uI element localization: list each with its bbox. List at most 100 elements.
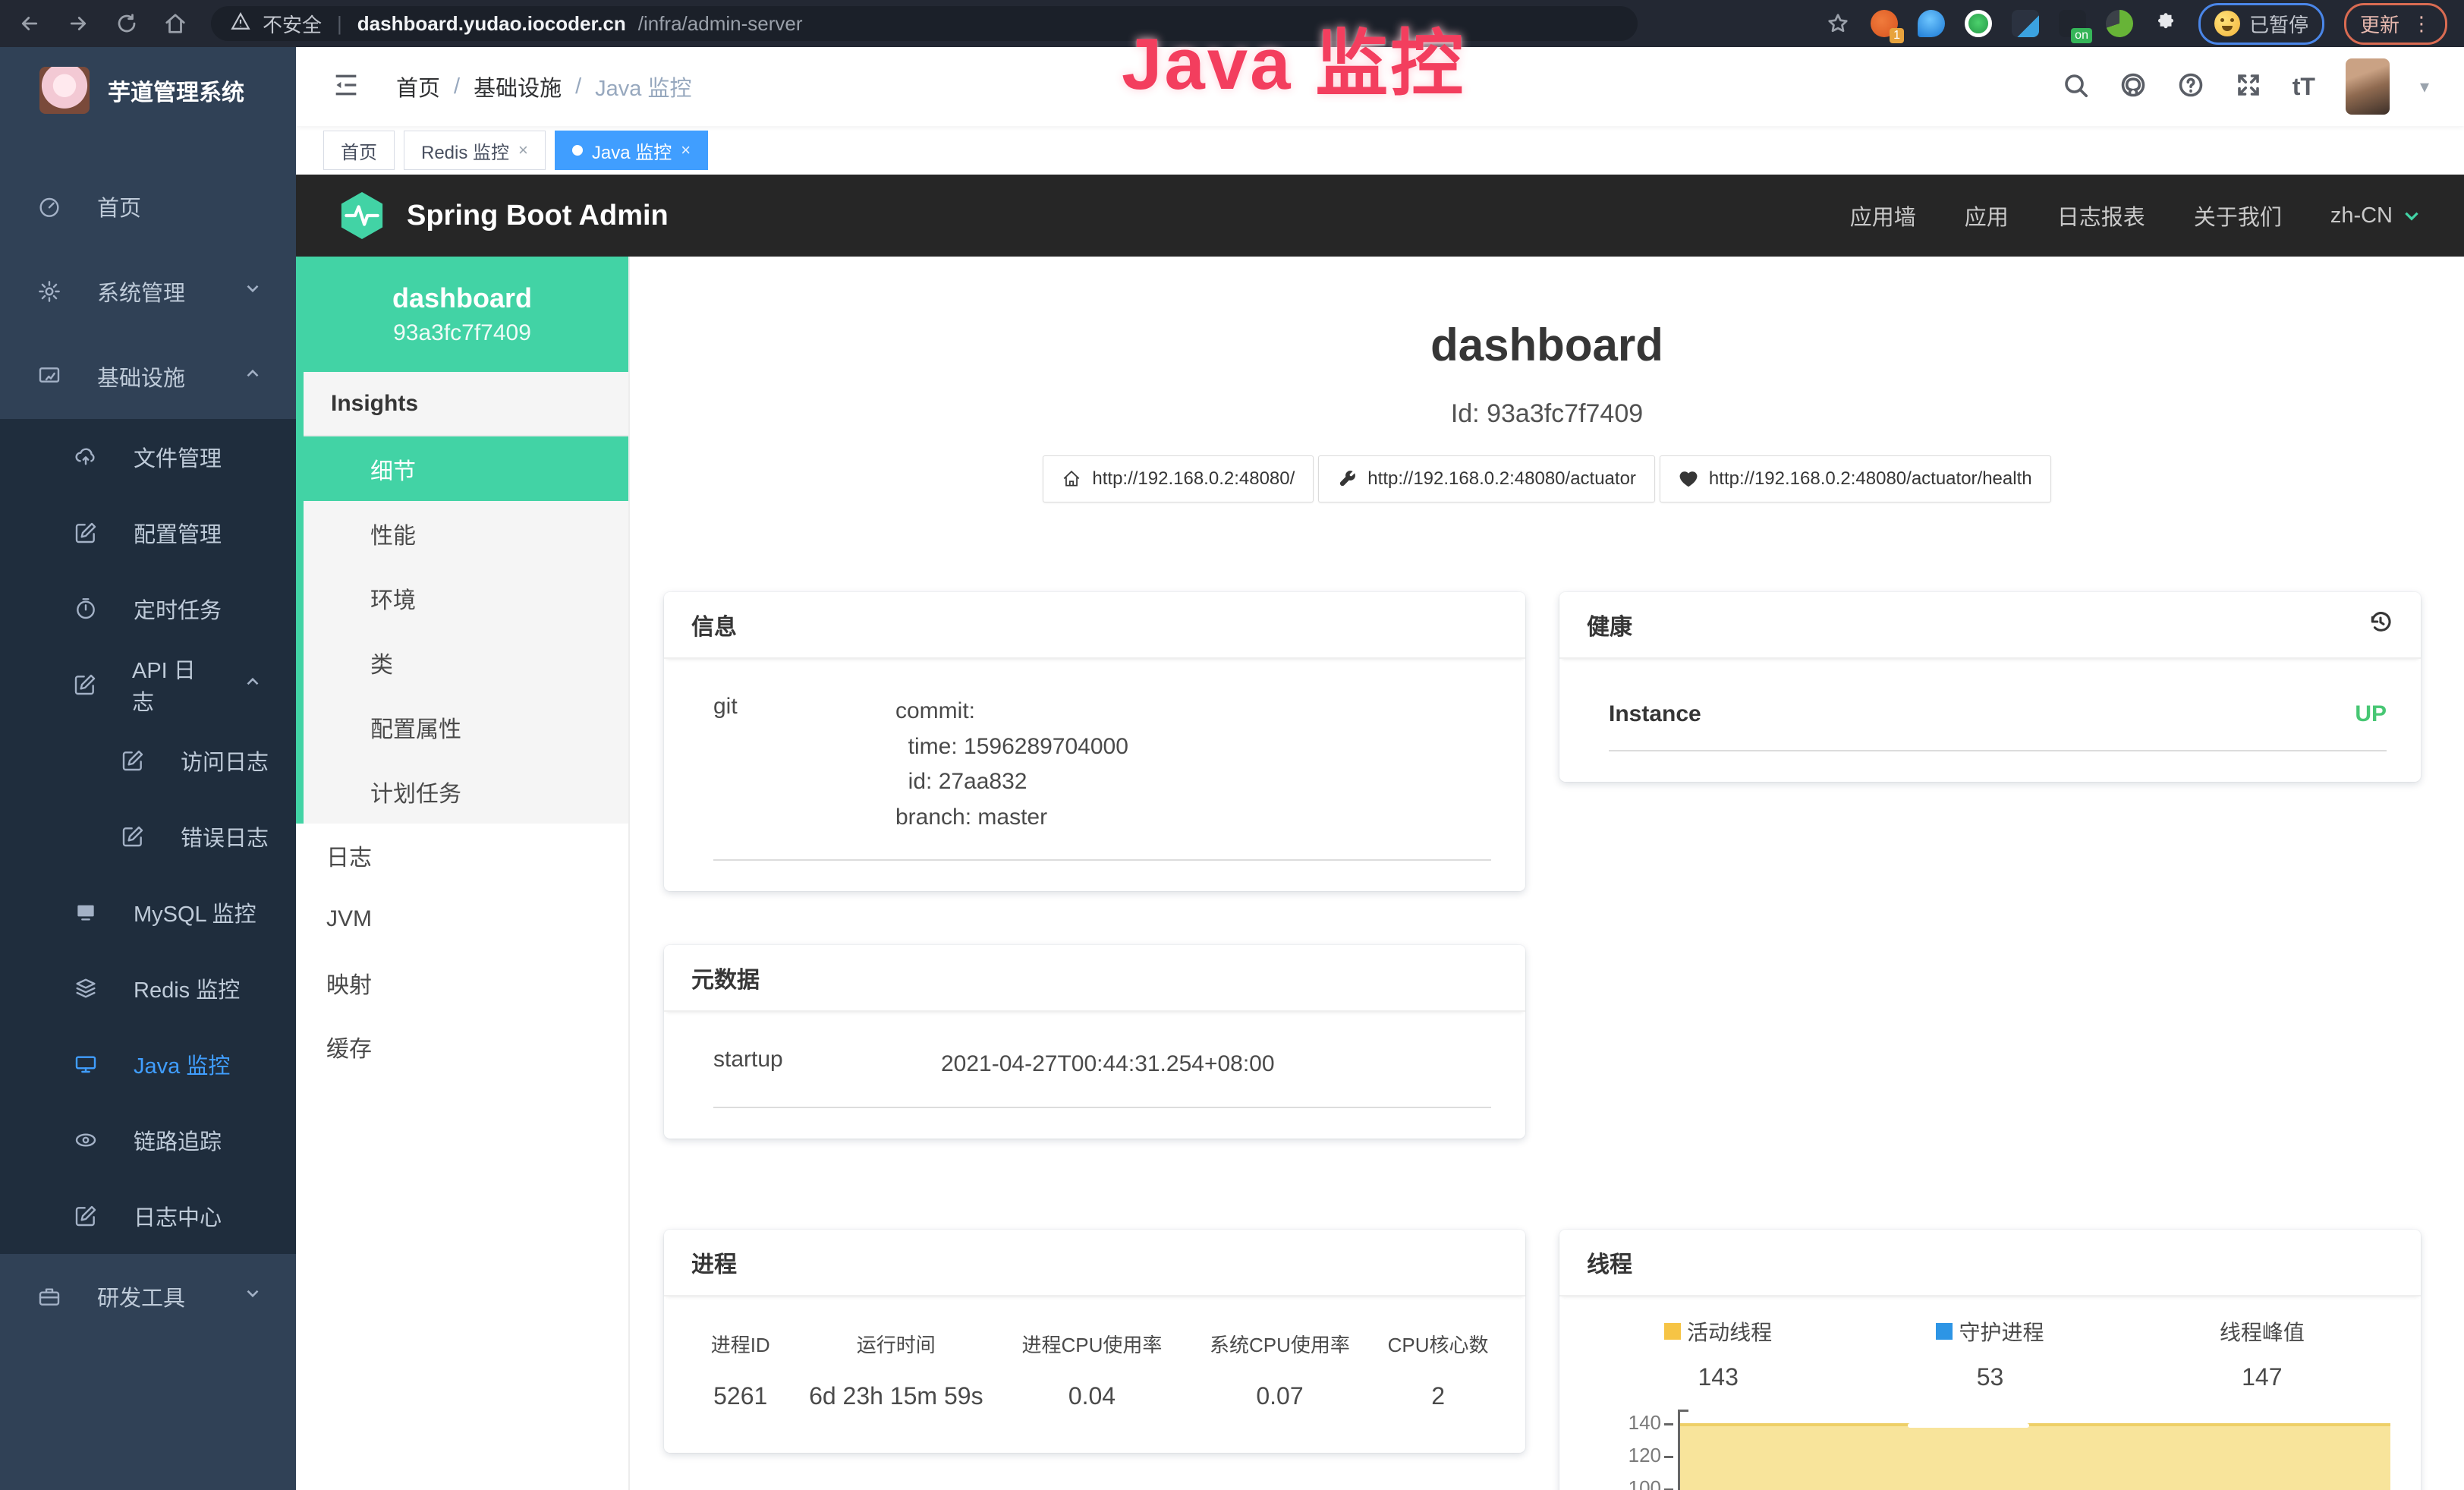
sba-app-block[interactable]: dashboard 93a3fc7f7409 [296,257,628,372]
fullscreen-icon[interactable] [2235,71,2262,102]
page-subtitle: Id: 93a3fc7f7409 [630,399,2464,429]
health-card-title: 健康 [1587,608,1632,641]
close-icon[interactable]: × [681,140,691,160]
health-url-button[interactable]: http://192.168.0.2:48080/actuator/health [1660,455,2051,502]
extension-icon-grid[interactable] [2012,10,2039,37]
extension-badge-count: 1 [1890,28,1904,43]
sba-nav-applications[interactable]: 应用 [1965,200,2009,232]
font-size-icon[interactable]: tT [2292,73,2315,101]
active-tab-dot [572,145,583,156]
sba-item-jvm[interactable]: JVM [296,887,628,951]
sba-insights-group: Insights 细节 性能 环境 类 配置属性 计划任务 [296,372,628,824]
app-logo[interactable]: 芋道管理系统 [0,47,296,134]
extension-icon-orange[interactable]: 1 [1871,10,1898,37]
collapse-sidebar-icon[interactable] [331,70,361,104]
sba-nav: 应用墙 应用 日志报表 关于我们 zh-CN [1850,200,2422,232]
update-button[interactable]: 更新 ⋮ [2344,3,2447,45]
close-icon[interactable]: × [518,140,528,160]
health-card-header: 健康 [1559,592,2421,659]
sidebar-item-config[interactable]: 配置管理 [0,495,296,571]
val-pid: 5261 [687,1382,794,1410]
screen: 不安全 | dashboard.yudao.iocoder.cn /infra/… [0,0,2464,1490]
sba-item-logs[interactable]: 日志 [296,824,628,887]
sidebar-item-label: 链路追踪 [134,1124,222,1156]
metadata-card-header: 元数据 [664,945,1525,1012]
sidebar-item-infra[interactable]: 基础设施 [0,334,296,419]
sidebar-item-api-log[interactable]: API 日志 [0,647,296,723]
tab-home[interactable]: 首页 [323,131,395,170]
sba-item-scheduled-tasks[interactable]: 计划任务 [304,759,628,824]
sba-app-id: 93a3fc7f7409 [393,320,531,346]
sidebar-item-files[interactable]: 文件管理 [0,419,296,495]
home-icon[interactable] [162,11,188,36]
extensions-puzzle-icon[interactable] [2153,11,2179,36]
help-icon[interactable] [2177,71,2204,102]
breadcrumb-home[interactable]: 首页 [396,71,440,102]
monitor-icon [36,364,62,389]
legend-value: 53 [1854,1363,2126,1391]
extension-icon-green-leaf[interactable] [2106,10,2133,37]
sidebar-item-jobs[interactable]: 定时任务 [0,571,296,647]
sidebar-item-mysql[interactable]: MySQL 监控 [0,874,296,950]
sba-nav-about[interactable]: 关于我们 [2194,200,2282,232]
threads-card-body: 活动线程 143 守护进程 53 线程峰值 147 140 120 [1559,1296,2421,1490]
bookmark-star-icon[interactable] [1825,11,1851,36]
sidebar-item-tracing[interactable]: 链路追踪 [0,1102,296,1178]
sidebar-item-redis[interactable]: Redis 监控 [0,950,296,1026]
github-icon[interactable] [2119,71,2147,102]
extension-icon-green-circle[interactable] [1965,10,1992,37]
topbar-tools: tT ▾ [2062,58,2429,115]
cloud-upload-icon [73,444,99,470]
sidebar-item-devtools[interactable]: 研发工具 [0,1254,296,1339]
health-card: 健康 Instance UP [1559,592,2421,782]
tab-redis-monitor[interactable]: Redis 监控 × [404,131,546,170]
breadcrumb-infra[interactable]: 基础设施 [474,71,562,102]
user-menu-caret-icon[interactable]: ▾ [2420,76,2429,98]
sba-nav-journal[interactable]: 日志报表 [2057,200,2145,232]
sba-item-environment[interactable]: 环境 [304,565,628,630]
sidebar-item-home[interactable]: 首页 [0,164,296,249]
sidebar-item-access-log[interactable]: 访问日志 [0,723,296,799]
app-sidebar: 芋道管理系统 首页 系统管理 基础设施 文件管理 [0,47,296,1490]
back-icon[interactable] [17,11,42,36]
edit-icon [73,520,99,546]
y-tick-100: 100 [1582,1476,1661,1490]
service-url-button[interactable]: http://192.168.0.2:48080/ [1043,455,1314,502]
extension-icon-blue-pin[interactable] [1918,10,1945,37]
sba-item-classes[interactable]: 类 [304,630,628,695]
page-title: dashboard [630,319,2464,371]
forward-icon[interactable] [65,11,91,36]
browser-menu-icon[interactable]: ⋮ [2412,12,2431,36]
sba-locale-select[interactable]: zh-CN [2330,203,2422,228]
search-icon[interactable] [2062,71,2089,102]
tab-java-monitor[interactable]: Java 监控 × [555,131,708,170]
sidebar-item-label: 研发工具 [97,1281,185,1312]
extension-icon-dark-on[interactable]: on [2059,10,2086,37]
reload-icon[interactable] [114,11,140,36]
sidebar-item-error-log[interactable]: 错误日志 [0,799,296,874]
sba-item-details[interactable]: 细节 [304,436,628,501]
sba-app-name: dashboard [392,282,532,314]
sba-item-caches[interactable]: 缓存 [296,1015,628,1079]
instance-health-row[interactable]: Instance UP [1609,701,2387,751]
sba-content: dashboard Id: 93a3fc7f7409 http://192.16… [630,257,2464,1490]
instance-label: Instance [1609,701,1701,727]
sba-item-mappings[interactable]: 映射 [296,951,628,1015]
heartbeat-icon [1679,469,1698,489]
sba-brand-title[interactable]: Spring Boot Admin [407,200,669,232]
sba-header: Spring Boot Admin 应用墙 应用 日志报表 关于我们 zh-CN [296,175,2464,257]
user-avatar[interactable] [2346,58,2390,115]
chevron-up-icon [243,672,263,698]
sba-nav-wallboard[interactable]: 应用墙 [1850,200,1916,232]
actuator-url-button[interactable]: http://192.168.0.2:48080/actuator [1318,455,1655,502]
history-icon[interactable] [2368,609,2393,641]
sidebar-item-system[interactable]: 系统管理 [0,249,296,334]
profile-paused-pill[interactable]: 已暂停 [2198,3,2324,45]
chevron-down-icon [2402,206,2422,225]
sidebar-item-log-center[interactable]: 日志中心 [0,1178,296,1254]
sba-item-config-props[interactable]: 配置属性 [304,695,628,759]
sba-item-metrics[interactable]: 性能 [304,501,628,565]
process-card-title: 进程 [691,1246,737,1279]
sidebar-item-label: MySQL 监控 [134,896,256,928]
sidebar-item-java-monitor[interactable]: Java 监控 [0,1026,296,1102]
